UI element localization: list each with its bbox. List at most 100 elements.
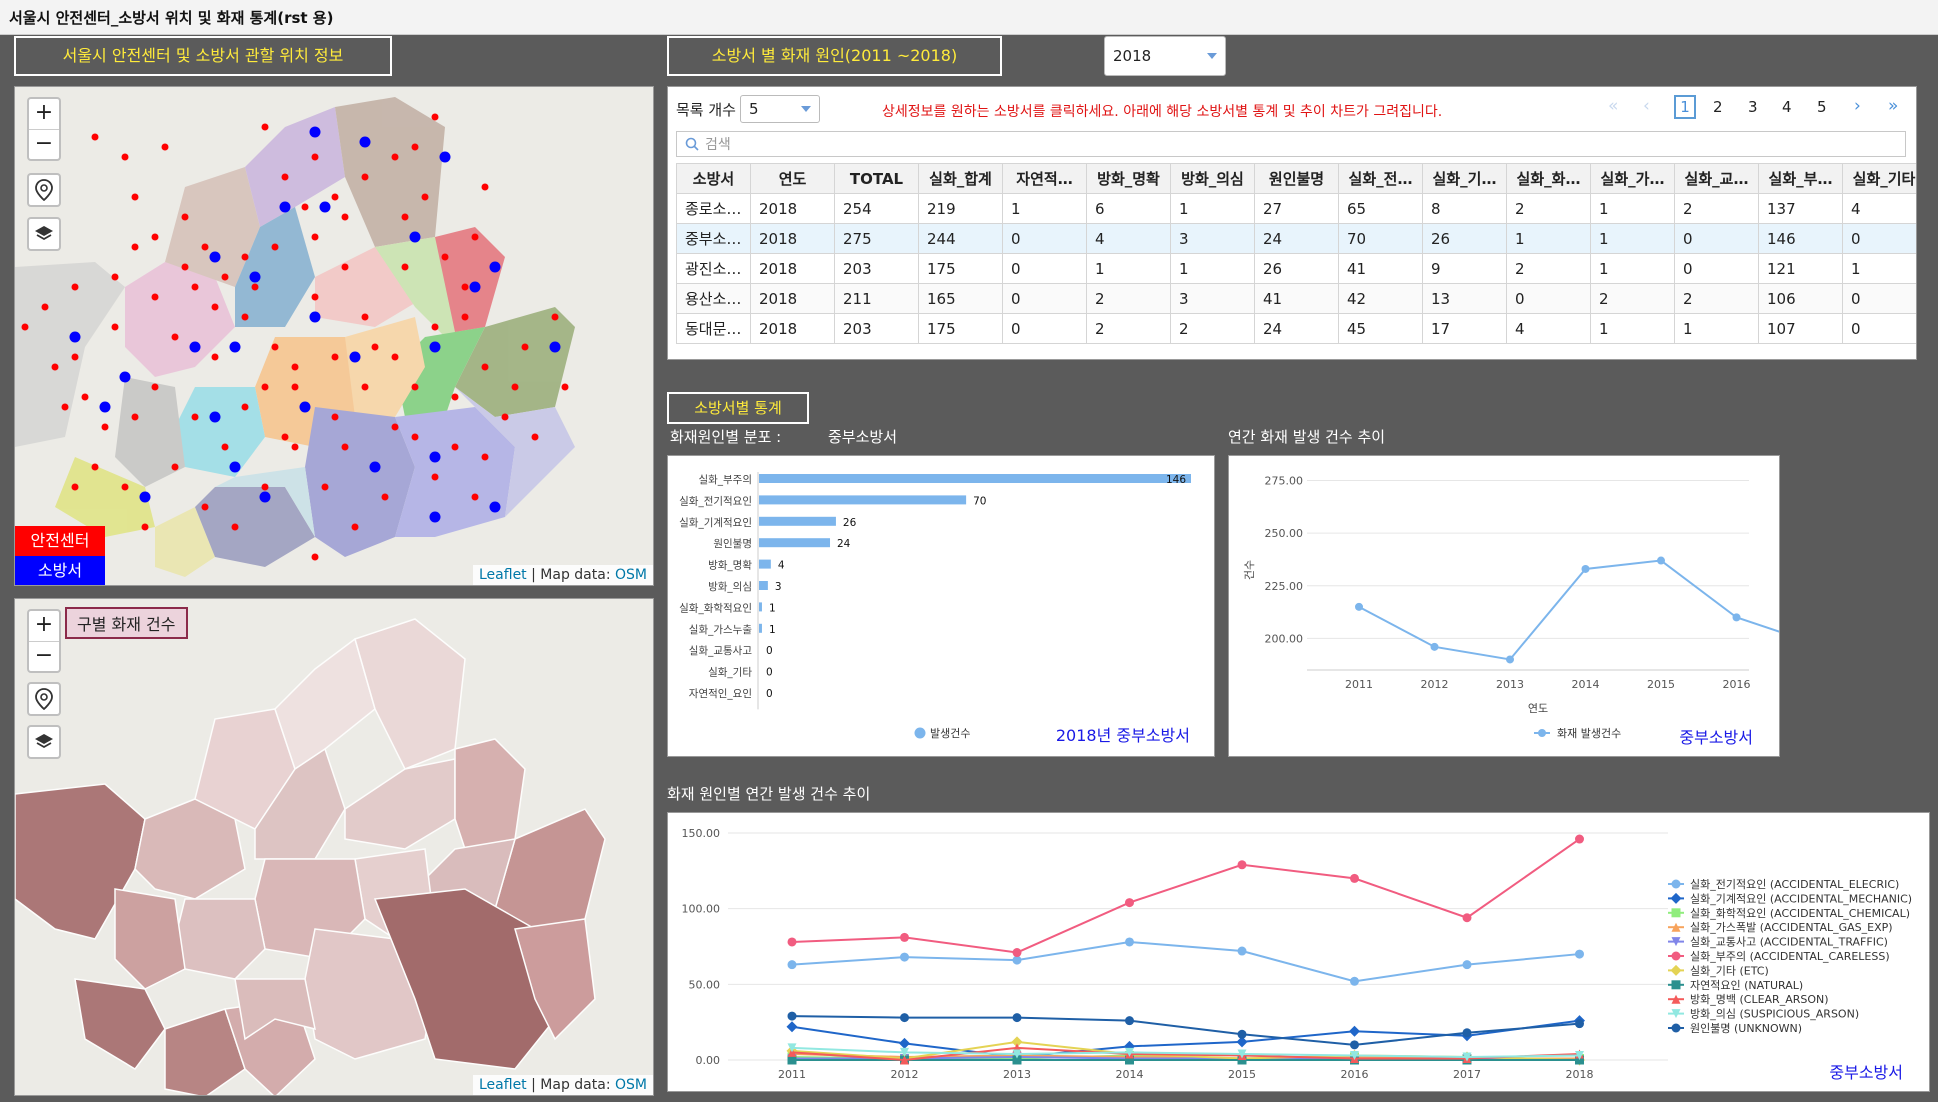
data-point[interactable] [1349, 1025, 1360, 1037]
data-point[interactable] [1237, 860, 1247, 870]
safety-center-marker[interactable] [141, 523, 149, 531]
bar-mark[interactable] [759, 623, 762, 633]
legend-label[interactable]: 실화_기타 (ETC) [1690, 964, 1769, 977]
safety-center-marker[interactable] [41, 303, 49, 311]
safety-center-marker[interactable] [241, 313, 249, 321]
safety-center-marker[interactable] [531, 433, 539, 441]
fire-station-marker[interactable] [229, 341, 241, 353]
data-point[interactable] [1350, 873, 1359, 883]
safety-center-marker[interactable] [71, 353, 79, 361]
osm-link[interactable]: OSM [615, 567, 647, 583]
safety-center-marker[interactable] [241, 253, 249, 261]
safety-center-marker[interactable] [471, 493, 479, 501]
bar-mark[interactable] [759, 559, 771, 569]
safety-center-marker[interactable] [391, 153, 399, 161]
locate-button[interactable] [27, 682, 61, 716]
legend-label[interactable]: 실화_전기적요인 (ACCIDENTAL_ELECRIC) [1690, 878, 1899, 891]
safety-center-marker[interactable] [71, 483, 79, 491]
safety-center-marker[interactable] [291, 443, 299, 451]
fire-station-marker[interactable] [69, 331, 81, 343]
safety-center-marker[interactable] [341, 443, 349, 451]
safety-center-marker[interactable] [61, 403, 69, 411]
safety-center-marker[interactable] [371, 343, 379, 351]
fire-station-marker[interactable] [359, 136, 371, 148]
safety-center-marker[interactable] [431, 323, 439, 331]
safety-center-marker[interactable] [561, 383, 569, 391]
fire-station-marker[interactable] [249, 271, 261, 283]
fire-station-marker[interactable] [209, 411, 221, 423]
safety-center-marker[interactable] [401, 263, 409, 271]
legend-label[interactable]: 실화_화학적요인 (ACCIDENTAL_CHEMICAL) [1690, 907, 1910, 920]
safety-center-marker[interactable] [341, 213, 349, 221]
table-row[interactable]: 중부소… 2018 275 244 0 4 3 24 70 26 1 1 0 146 0 [676, 223, 1916, 254]
bar-mark[interactable] [759, 474, 1191, 483]
data-point[interactable] [1012, 1013, 1022, 1023]
column-header[interactable]: 방화_명확 [1086, 163, 1171, 194]
safety-center-marker[interactable] [131, 193, 139, 201]
safety-center-marker[interactable] [211, 353, 219, 361]
column-header[interactable]: 실화_교… [1674, 163, 1759, 194]
safety-center-marker[interactable] [221, 273, 229, 281]
fire-station-marker[interactable] [489, 261, 501, 273]
safety-center-marker[interactable] [361, 313, 369, 321]
series-line[interactable] [791, 940, 1580, 983]
column-header[interactable]: 원인불명 [1254, 163, 1339, 194]
safety-center-marker[interactable] [321, 483, 329, 491]
safety-center-marker[interactable] [211, 303, 219, 311]
safety-center-marker[interactable] [181, 263, 189, 271]
fire-station-marker[interactable] [409, 231, 421, 243]
safety-center-marker[interactable] [51, 363, 59, 371]
safety-center-marker[interactable] [311, 293, 319, 301]
safety-center-marker[interactable] [481, 183, 489, 191]
fire-station-marker[interactable] [99, 401, 111, 413]
prev-page-button[interactable]: ‹ [1643, 96, 1650, 116]
safety-center-marker[interactable] [551, 313, 559, 321]
series-line[interactable] [791, 1015, 1580, 1046]
safety-center-marker[interactable] [301, 203, 309, 211]
leaflet-link[interactable]: Leaflet [479, 1077, 527, 1093]
data-point[interactable] [787, 1011, 797, 1021]
fire-station-marker[interactable] [469, 281, 481, 293]
safety-center-marker[interactable] [121, 483, 129, 491]
safety-center-marker[interactable] [71, 283, 79, 291]
safety-center-marker[interactable] [411, 383, 419, 391]
legend-label[interactable]: 방화_의심 (SUSPICIOUS_ARSON) [1690, 1008, 1859, 1021]
table-row[interactable]: 용산소… 2018 211 165 0 2 3 41 42 13 0 2 2 106 0 [676, 283, 1916, 314]
safety-center-marker[interactable] [351, 523, 359, 531]
bar-mark[interactable] [759, 495, 967, 505]
safety-center-marker[interactable] [461, 283, 469, 291]
data-point[interactable] [1355, 602, 1363, 611]
column-header[interactable]: 방화_의심 [1170, 163, 1255, 194]
fire-station-marker[interactable] [189, 341, 201, 353]
data-point[interactable] [1350, 976, 1359, 986]
fire-station-marker[interactable] [429, 341, 441, 353]
safety-center-marker[interactable] [101, 423, 109, 431]
zoom-in-button[interactable]: + [29, 611, 59, 641]
safety-center-marker[interactable] [461, 313, 469, 321]
safety-center-marker[interactable] [421, 193, 429, 201]
bar-mark[interactable] [759, 581, 768, 590]
legend-label[interactable]: 원인불명 (UNKNOWN) [1690, 1022, 1802, 1035]
safety-center-marker[interactable] [261, 123, 269, 131]
safety-center-marker[interactable] [431, 473, 439, 481]
safety-center-marker[interactable] [161, 143, 169, 151]
fire-station-marker[interactable] [299, 401, 311, 413]
column-header[interactable]: 실화_전… [1338, 163, 1423, 194]
fire-station-marker[interactable] [209, 251, 221, 263]
legend-label[interactable]: 실화_교통사고 (ACCIDENTAL_TRAFFIC) [1690, 936, 1888, 949]
page-5[interactable]: 5 [1817, 98, 1827, 116]
safety-center-marker[interactable] [181, 213, 189, 221]
safety-center-marker[interactable] [331, 193, 339, 201]
fire-station-marker[interactable] [119, 371, 131, 383]
safety-center-marker[interactable] [91, 133, 99, 141]
bar-mark[interactable] [759, 538, 831, 548]
data-point[interactable] [1125, 1016, 1134, 1026]
fire-station-marker[interactable] [309, 126, 321, 138]
fire-station-marker[interactable] [349, 351, 361, 363]
safety-center-marker[interactable] [431, 113, 439, 121]
fire-station-marker[interactable] [259, 491, 271, 503]
safety-center-marker[interactable] [451, 443, 459, 451]
series-line[interactable] [1358, 481, 1780, 661]
safety-center-marker[interactable] [411, 143, 419, 151]
page-1[interactable]: 1 [1674, 95, 1696, 119]
